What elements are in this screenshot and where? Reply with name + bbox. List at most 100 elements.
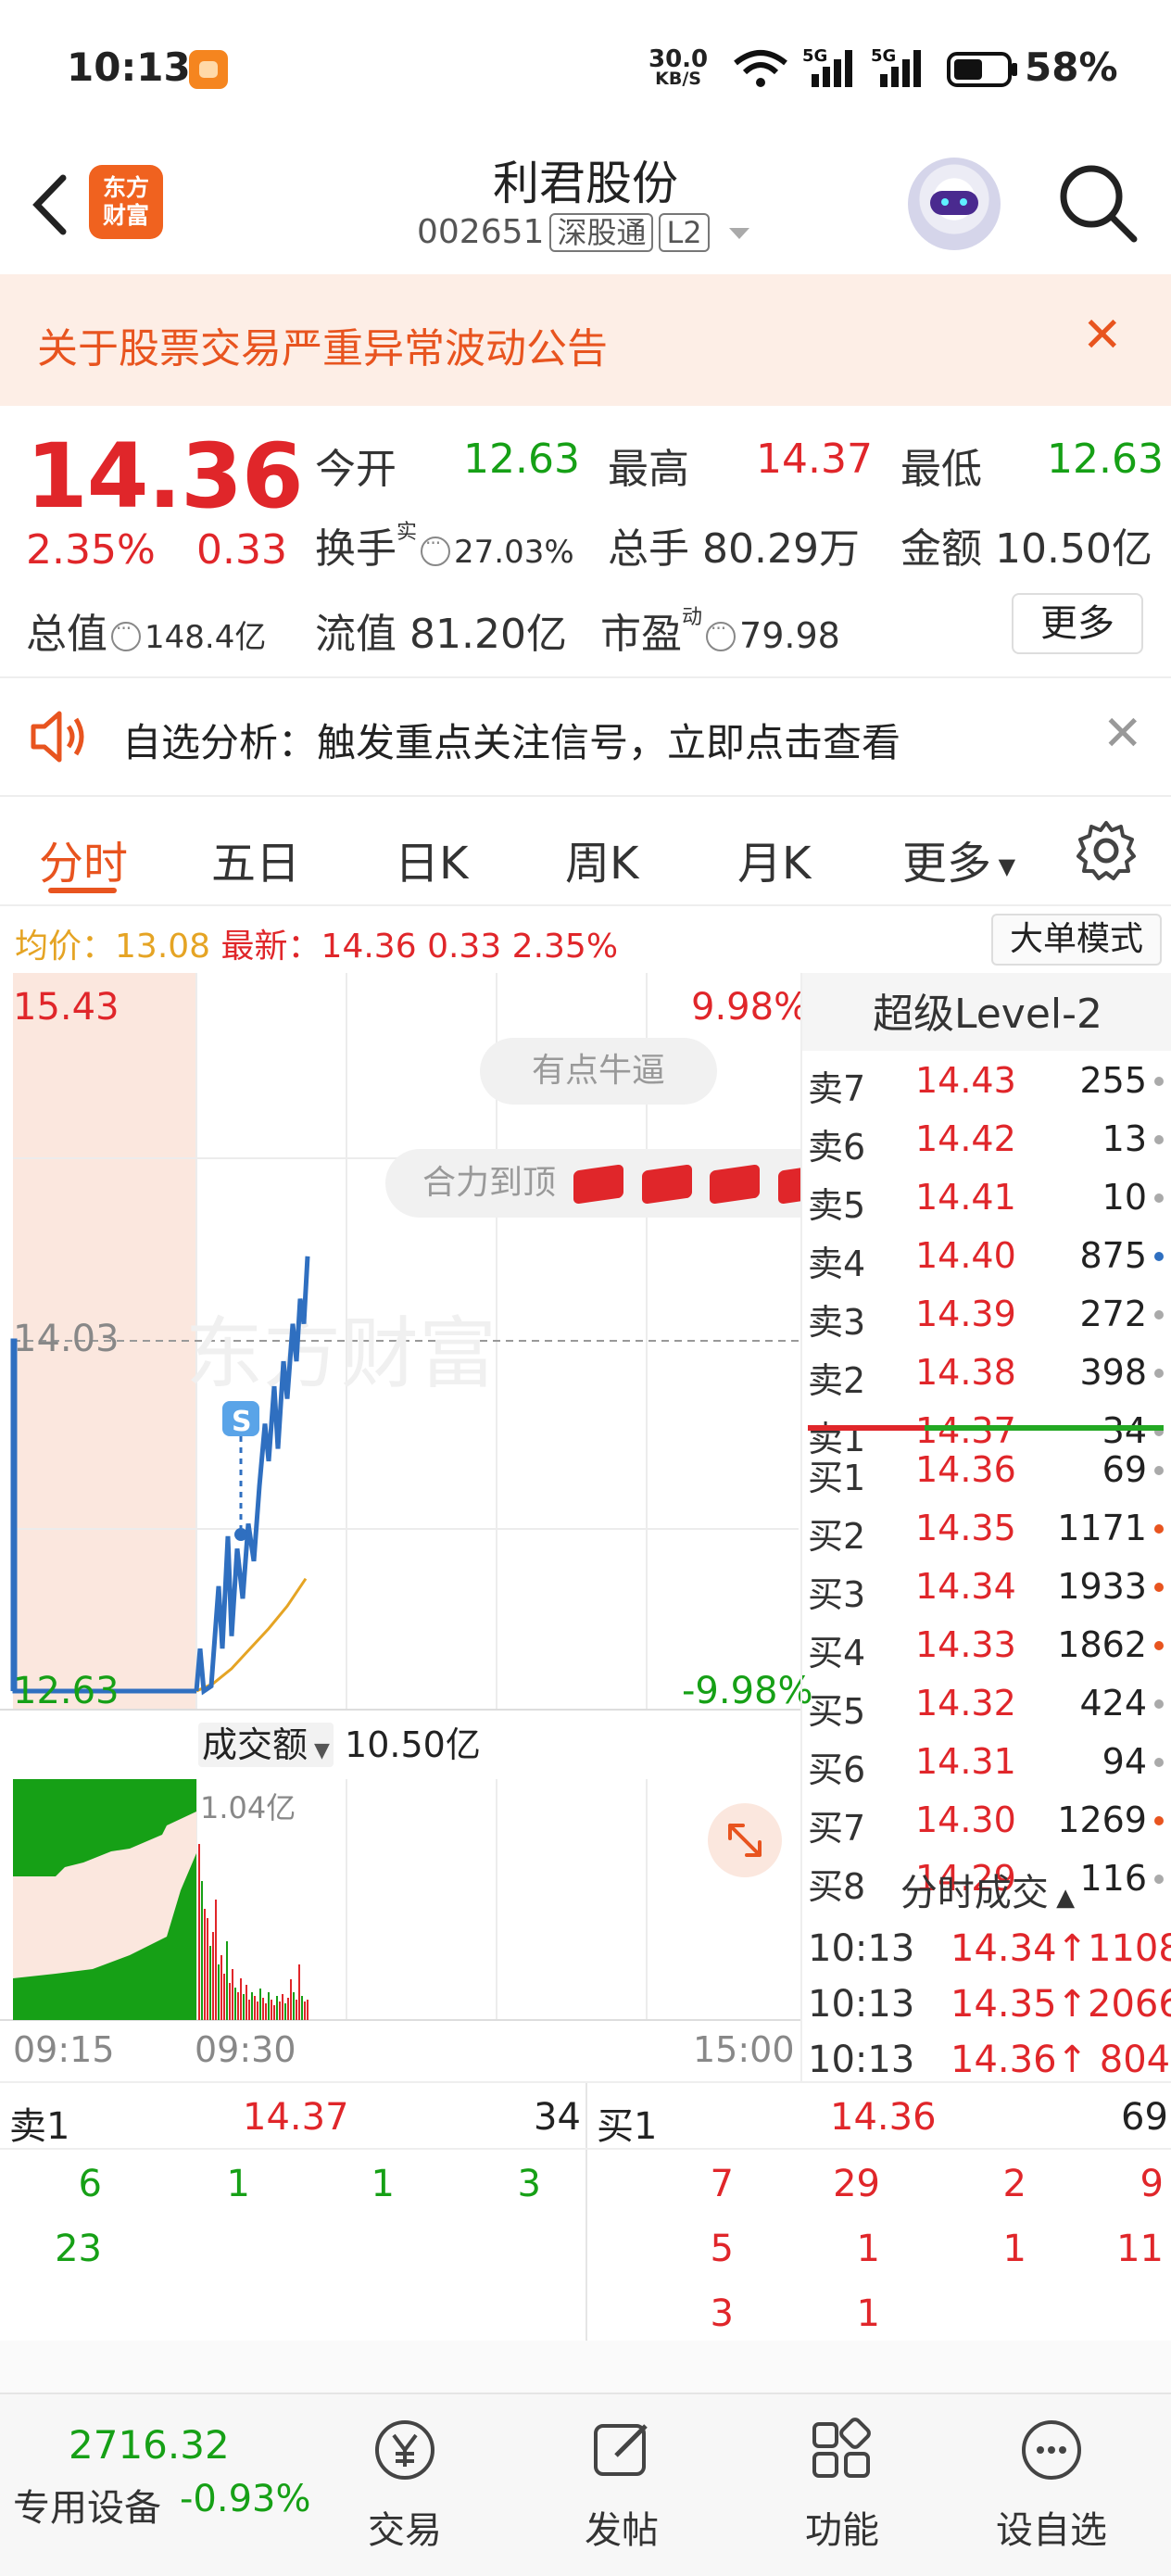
bid-row[interactable]: 买7 14.30 1269 bbox=[802, 1792, 1171, 1849]
tick-time: 10:13 bbox=[808, 1927, 915, 1970]
pct-axis-top: 9.98% bbox=[691, 986, 810, 1029]
sector-name[interactable]: 专用设备 bbox=[13, 2478, 161, 2532]
ask-row[interactable]: 卖6 14.42 13 bbox=[802, 1111, 1171, 1168]
robot-avatar[interactable] bbox=[908, 158, 1001, 250]
tick-price: 14.36↑ 804 bbox=[951, 2039, 1170, 2081]
volume-bar bbox=[209, 1946, 211, 2020]
bid-row[interactable]: 买5 14.32 424 bbox=[802, 1675, 1171, 1732]
volume-bar bbox=[284, 2003, 286, 2020]
tab-monthly-k[interactable]: 月K bbox=[737, 827, 811, 891]
close-icon[interactable]: ✕ bbox=[1102, 710, 1143, 758]
queue-ask-label: 卖1 bbox=[9, 2105, 70, 2148]
order-level-label: 买4 bbox=[808, 1633, 866, 1673]
ask-row[interactable]: 卖3 14.39 272 bbox=[802, 1286, 1171, 1343]
ask-row[interactable]: 卖7 14.43 255 bbox=[802, 1053, 1171, 1109]
ask-row[interactable]: 卖2 14.38 398 bbox=[802, 1345, 1171, 1401]
volume-bar bbox=[229, 1983, 231, 2020]
status-time: 10:13 bbox=[67, 44, 191, 90]
back-icon[interactable] bbox=[26, 172, 72, 237]
current-price: 14.36 bbox=[26, 424, 304, 528]
sector-index-value[interactable]: 2716.32 bbox=[69, 2422, 230, 2468]
order-price: 14.39 bbox=[915, 1294, 1016, 1334]
danmaku-bubble-2[interactable]: 合力到顶 bbox=[385, 1149, 800, 1218]
tab-five-day[interactable]: 五日 bbox=[211, 827, 300, 891]
nav-add-watchlist[interactable]: 设自选 bbox=[982, 2413, 1121, 2554]
ask-row[interactable]: 卖5 14.41 10 bbox=[802, 1169, 1171, 1226]
volume-bar bbox=[237, 1992, 239, 2020]
signal-5g-icon-2: 5G bbox=[871, 46, 921, 87]
order-price: 14.43 bbox=[915, 1060, 1016, 1101]
s-marker-label: S bbox=[232, 1406, 252, 1438]
latest-label: 最新： bbox=[220, 928, 321, 966]
bid-row[interactable]: 买1 14.36 69 bbox=[802, 1442, 1171, 1498]
volume-bar bbox=[234, 1988, 236, 2020]
float-label: 流值 bbox=[315, 611, 397, 658]
brand-logo-line2: 财富 bbox=[102, 202, 149, 229]
intraday-chart[interactable]: 东方财富 S 15.43 9.98% 14.03 12.63 -9.98% 有点… bbox=[0, 973, 813, 2081]
turnover-value: 27.03% bbox=[454, 534, 574, 571]
bid-queue-order: 2 bbox=[1002, 2163, 1026, 2205]
volume-selector-box[interactable]: 成交额 ▼ bbox=[198, 1723, 334, 1767]
gear-icon[interactable] bbox=[1075, 819, 1138, 882]
active-tab-indicator bbox=[48, 888, 117, 893]
chart-tabs: 分时 五日 日K 周K 月K 更多 ▼ bbox=[0, 797, 1171, 906]
close-icon[interactable]: ✕ bbox=[1082, 311, 1123, 360]
tick-time: 10:13 bbox=[808, 2039, 915, 2081]
nav-add-watchlist-label: 设自选 bbox=[996, 2509, 1107, 2552]
float-item: 流值 81.20亿 bbox=[315, 600, 567, 660]
chevron-down-icon bbox=[729, 228, 750, 239]
stock-code-row[interactable]: 002651 深股通 L2 bbox=[417, 213, 753, 252]
search-icon[interactable] bbox=[1056, 161, 1140, 245]
time-axis-end: 15:00 bbox=[693, 2029, 795, 2070]
level-tag: L2 bbox=[659, 213, 710, 252]
app-notification-icon bbox=[189, 50, 228, 89]
order-price: 14.30 bbox=[915, 1799, 1016, 1840]
analysis-text[interactable]: 自选分析：触发重点关注信号，立即点击查看 bbox=[122, 712, 900, 768]
volume-selector[interactable]: 成交额 ▼ 10.50亿 bbox=[198, 1716, 481, 1767]
svg-text:5G: 5G bbox=[871, 46, 896, 66]
bid-row[interactable]: 买3 14.34 1933 bbox=[802, 1559, 1171, 1615]
info-icon[interactable] bbox=[706, 617, 737, 651]
bid-row[interactable]: 买4 14.33 1862 bbox=[802, 1617, 1171, 1673]
bid-row[interactable]: 买2 14.35 1171 bbox=[802, 1500, 1171, 1557]
info-icon[interactable] bbox=[111, 617, 141, 651]
order-volume: 1171 bbox=[1057, 1508, 1147, 1548]
mktcap-item: 总值 148.4亿 bbox=[26, 600, 266, 660]
analysis-banner[interactable]: 自选分析：触发重点关注信号，立即点击查看 ✕ bbox=[0, 676, 1171, 797]
info-icon[interactable] bbox=[421, 532, 451, 566]
ask-queue-order: 1 bbox=[226, 2163, 250, 2205]
expand-icon[interactable] bbox=[708, 1803, 782, 1877]
ask-queue-order: 23 bbox=[55, 2228, 102, 2270]
announcement-banner[interactable]: 关于股票交易严重异常波动公告 ✕ bbox=[0, 274, 1171, 406]
tab-weekly-k[interactable]: 周K bbox=[565, 827, 638, 891]
volume-bar bbox=[271, 2000, 272, 2020]
more-button[interactable]: 更多 bbox=[1012, 593, 1143, 654]
bid-queue-order: 3 bbox=[710, 2292, 734, 2335]
nav-functions[interactable]: 功能 bbox=[773, 2413, 912, 2554]
bid-row[interactable]: 买6 14.31 94 bbox=[802, 1734, 1171, 1790]
nav-trade[interactable]: 交易 bbox=[335, 2413, 474, 2554]
sector-change: -0.93% bbox=[180, 2478, 311, 2520]
tab-more[interactable]: 更多 ▼ bbox=[902, 827, 1015, 891]
order-indicator-dot bbox=[1154, 1524, 1164, 1534]
big-order-mode-button[interactable]: 大单模式 bbox=[991, 914, 1162, 966]
brand-logo[interactable]: 东方 财富 bbox=[89, 165, 163, 239]
caret-down-icon: ▼ bbox=[991, 853, 1016, 879]
nav-post[interactable]: 发帖 bbox=[552, 2413, 691, 2554]
announcement-text[interactable]: 关于股票交易严重异常波动公告 bbox=[37, 315, 608, 374]
tick-volume: 1108 bbox=[1088, 1927, 1171, 1970]
more-dots-icon bbox=[1022, 2420, 1081, 2480]
ask-bid-ratio-red bbox=[808, 1425, 925, 1431]
danmaku-bubble-1[interactable]: 有点牛逼 bbox=[480, 1038, 717, 1105]
volume-bar bbox=[204, 1909, 206, 2020]
tick-price-value: 14.34 bbox=[951, 1927, 1057, 1970]
volume-bar bbox=[240, 1978, 242, 2020]
tab-intraday[interactable]: 分时 bbox=[39, 827, 128, 891]
tick-trades-title[interactable]: 分时成交 ▲ bbox=[802, 1863, 1171, 1916]
level2-title[interactable]: 超级Level-2 bbox=[802, 980, 1171, 1040]
wifi-icon bbox=[734, 50, 787, 87]
level2-panel: 超级Level-2 卖7 14.43 255 卖6 14.42 13 卖5 14.41 10 卖4… bbox=[800, 973, 1171, 2081]
tab-daily-k[interactable]: 日K bbox=[395, 827, 468, 891]
ask-row[interactable]: 卖4 14.40 875 bbox=[802, 1228, 1171, 1284]
order-volume: 69 bbox=[1102, 1449, 1147, 1490]
